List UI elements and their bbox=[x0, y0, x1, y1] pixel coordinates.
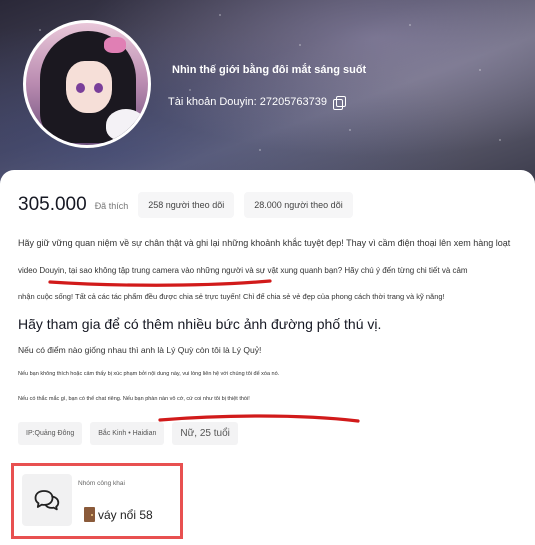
profile-header: Nhìn thế giới bằng đôi mắt sáng suốt Tài… bbox=[0, 0, 535, 190]
profile-panel: 305.000 Đã thích 258 người theo dõi 28.0… bbox=[0, 170, 535, 545]
bio-line-1: Hãy giữ vững quan niệm về sự chân thật v… bbox=[18, 238, 511, 248]
gender-age-tag: Nữ, 25 tuổi bbox=[172, 422, 238, 445]
bio-line-4: Nếu có điểm nào giống nhau thì anh là Lý… bbox=[18, 345, 262, 355]
avatar[interactable] bbox=[23, 20, 151, 148]
profile-nickname: Nhìn thế giới bằng đôi mắt sáng suốt bbox=[172, 64, 367, 76]
bio-heading: Hãy tham gia để có thêm nhiều bức ảnh đư… bbox=[18, 316, 382, 332]
location-tag: Bắc Kinh • Haidian bbox=[90, 422, 165, 445]
bio-line-2: video Douyin, tại sao không tập trung ca… bbox=[18, 266, 468, 275]
ip-tag: IP:Quảng Đông bbox=[18, 422, 83, 445]
followers-count[interactable]: 28.000 người theo dõi bbox=[244, 192, 353, 218]
group-type-label: Nhóm công khai bbox=[78, 480, 125, 487]
profile-tags: IP:Quảng Đông Bắc Kinh • Haidian Nữ, 25 … bbox=[18, 422, 238, 445]
likes-label: Đã thích bbox=[94, 201, 129, 211]
stats-row: 305.000 Đã thích 258 người theo dõi 28.0… bbox=[18, 192, 353, 218]
group-name[interactable]: váy nổi 58 bbox=[84, 507, 153, 522]
likes-count: 305.000 bbox=[18, 194, 87, 215]
public-group-card[interactable]: Nhóm công khai váy nổi 58 bbox=[11, 463, 183, 539]
chat-bubbles-icon bbox=[34, 490, 60, 511]
account-id: Tài khoản Douyin: 27205763739 bbox=[168, 96, 328, 108]
copy-icon[interactable] bbox=[333, 96, 347, 110]
group-name-text: váy nổi 58 bbox=[98, 507, 153, 522]
door-emoji-icon bbox=[84, 507, 95, 522]
account-id-row: Tài khoản Douyin: 27205763739 bbox=[168, 96, 347, 110]
bio-line-6: Nếu có thắc mắc gì, bạn có thể chat riên… bbox=[18, 396, 250, 402]
following-count[interactable]: 258 người theo dõi bbox=[138, 192, 235, 218]
bio-line-5: Nếu bạn không thích hoặc cảm thấy bị xúc… bbox=[18, 371, 280, 377]
group-icon-box bbox=[22, 474, 72, 526]
bio-line-3: nhận cuộc sống! Tất cả các tác phẩm đều … bbox=[18, 292, 445, 301]
